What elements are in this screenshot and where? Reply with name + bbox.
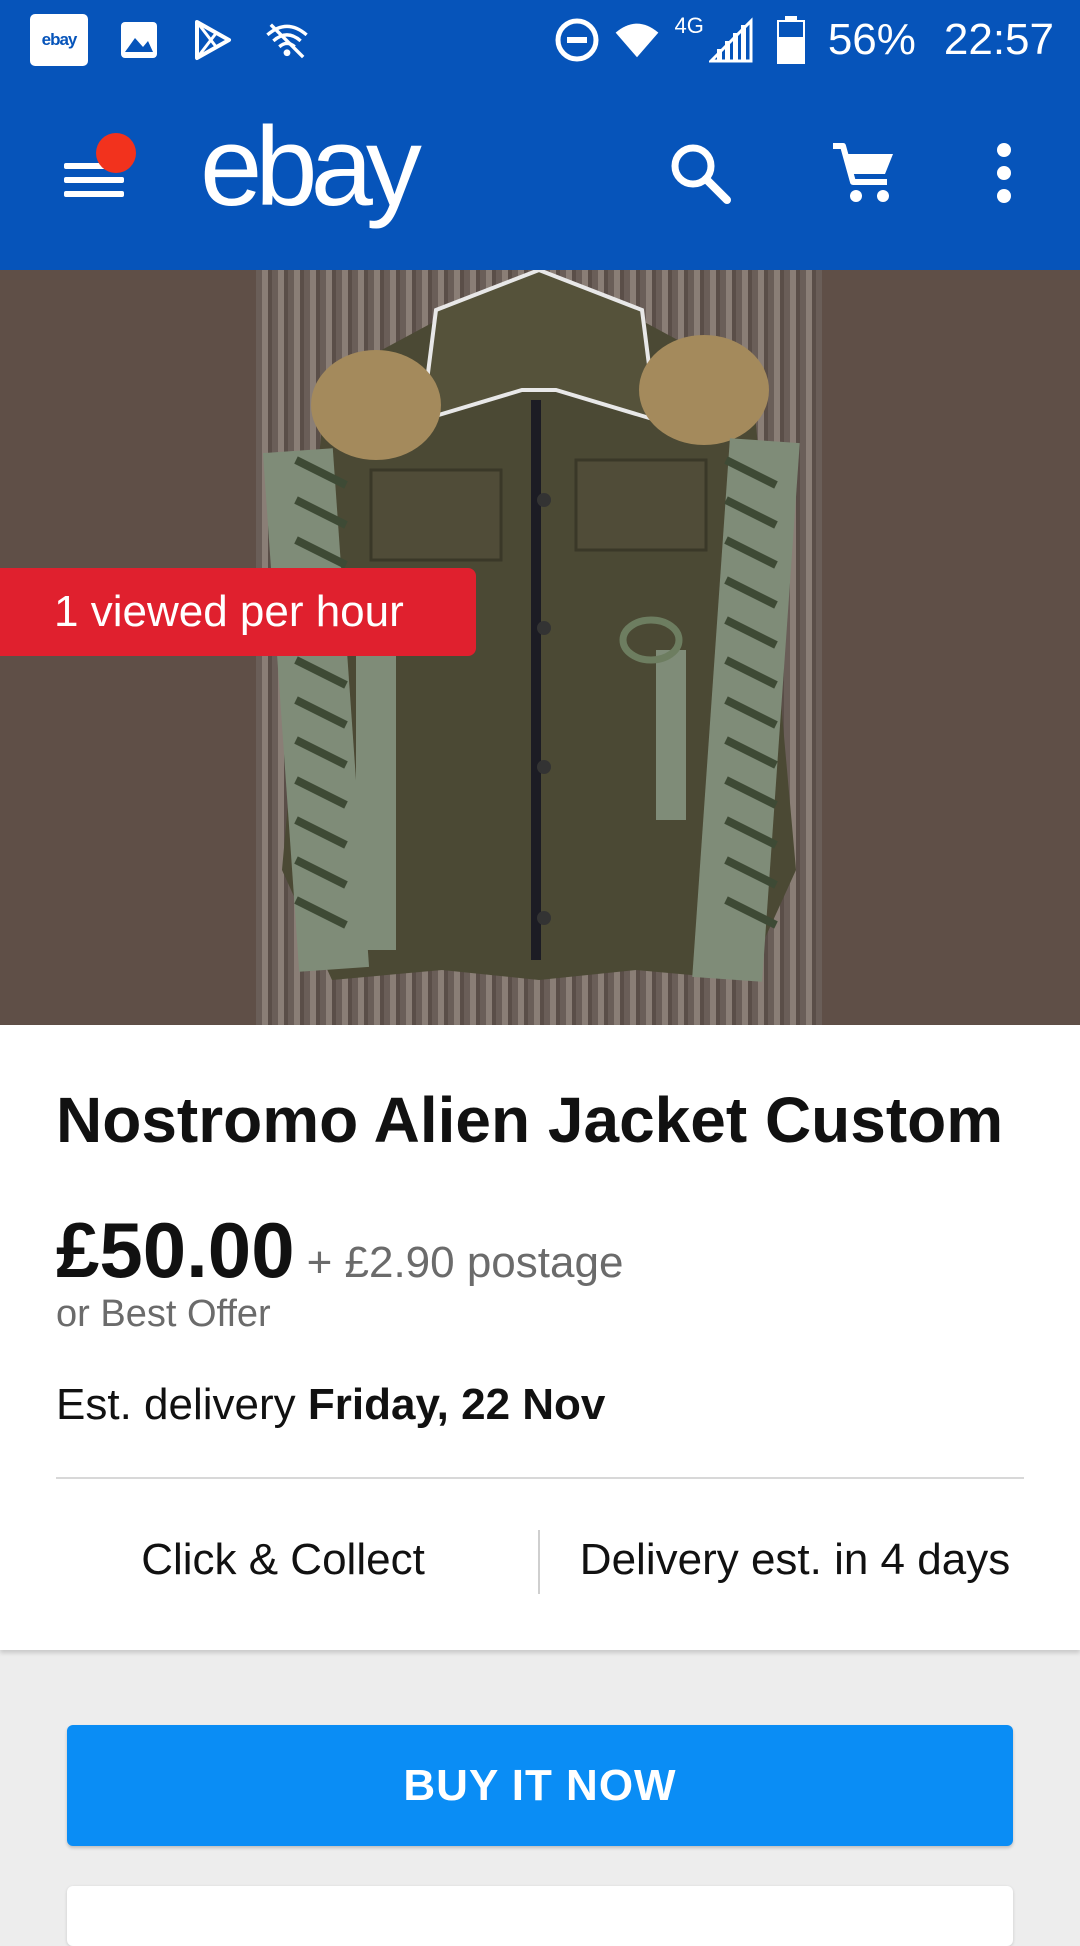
search-button[interactable] <box>660 133 740 213</box>
listing-info-card: Nostromo Alien Jacket Custom £50.00 + £2… <box>0 1025 1080 1650</box>
wifi-icon <box>614 17 660 63</box>
image-icon <box>116 17 162 63</box>
search-icon <box>671 144 731 204</box>
signal-icon <box>708 17 754 63</box>
divider <box>56 1477 1024 1479</box>
option-separator <box>538 1530 540 1594</box>
product-image-gallery[interactable]: 1 viewed per hour <box>0 270 1080 1025</box>
clock: 22:57 <box>943 15 1054 64</box>
app-bar: ebay <box>0 81 1080 270</box>
network-type-label: 4G <box>674 13 704 38</box>
delivery-estimate-option[interactable]: Delivery est. in 4 days <box>560 1535 1030 1585</box>
status-bar: ebay 4G 56% 22:57 <box>0 0 1080 81</box>
price-row: £50.00 + £2.90 postage <box>56 1205 623 1296</box>
next-action-card <box>67 1886 1013 1946</box>
wifi-off-icon <box>264 17 310 63</box>
battery-icon <box>768 16 814 64</box>
delivery-date: Friday, 22 Nov <box>307 1380 606 1429</box>
views-badge: 1 viewed per hour <box>0 568 476 656</box>
cart-icon <box>833 143 893 202</box>
listing-title: Nostromo Alien Jacket Custom <box>56 1084 1004 1156</box>
more-vert-icon <box>997 143 1011 203</box>
menu-button[interactable] <box>62 133 142 213</box>
do-not-disturb-icon <box>554 17 600 63</box>
best-offer-label: or Best Offer <box>56 1293 271 1335</box>
postage-cost: + £2.90 postage <box>306 1238 624 1287</box>
cart-button[interactable] <box>824 133 904 213</box>
play-store-icon <box>190 17 236 63</box>
more-options-button[interactable] <box>964 133 1044 213</box>
notification-dot <box>96 133 136 173</box>
buy-it-now-button[interactable]: BUY IT NOW <box>67 1725 1013 1846</box>
estimated-delivery: Est. delivery Friday, 22 Nov <box>56 1380 605 1430</box>
ebay-logo[interactable]: ebay <box>200 111 422 223</box>
delivery-prefix: Est. delivery <box>56 1380 296 1429</box>
price: £50.00 <box>56 1206 295 1294</box>
click-and-collect-option[interactable]: Click & Collect <box>56 1535 510 1585</box>
ebay-notification-icon: ebay <box>30 14 88 66</box>
battery-percent: 56% <box>827 15 916 64</box>
